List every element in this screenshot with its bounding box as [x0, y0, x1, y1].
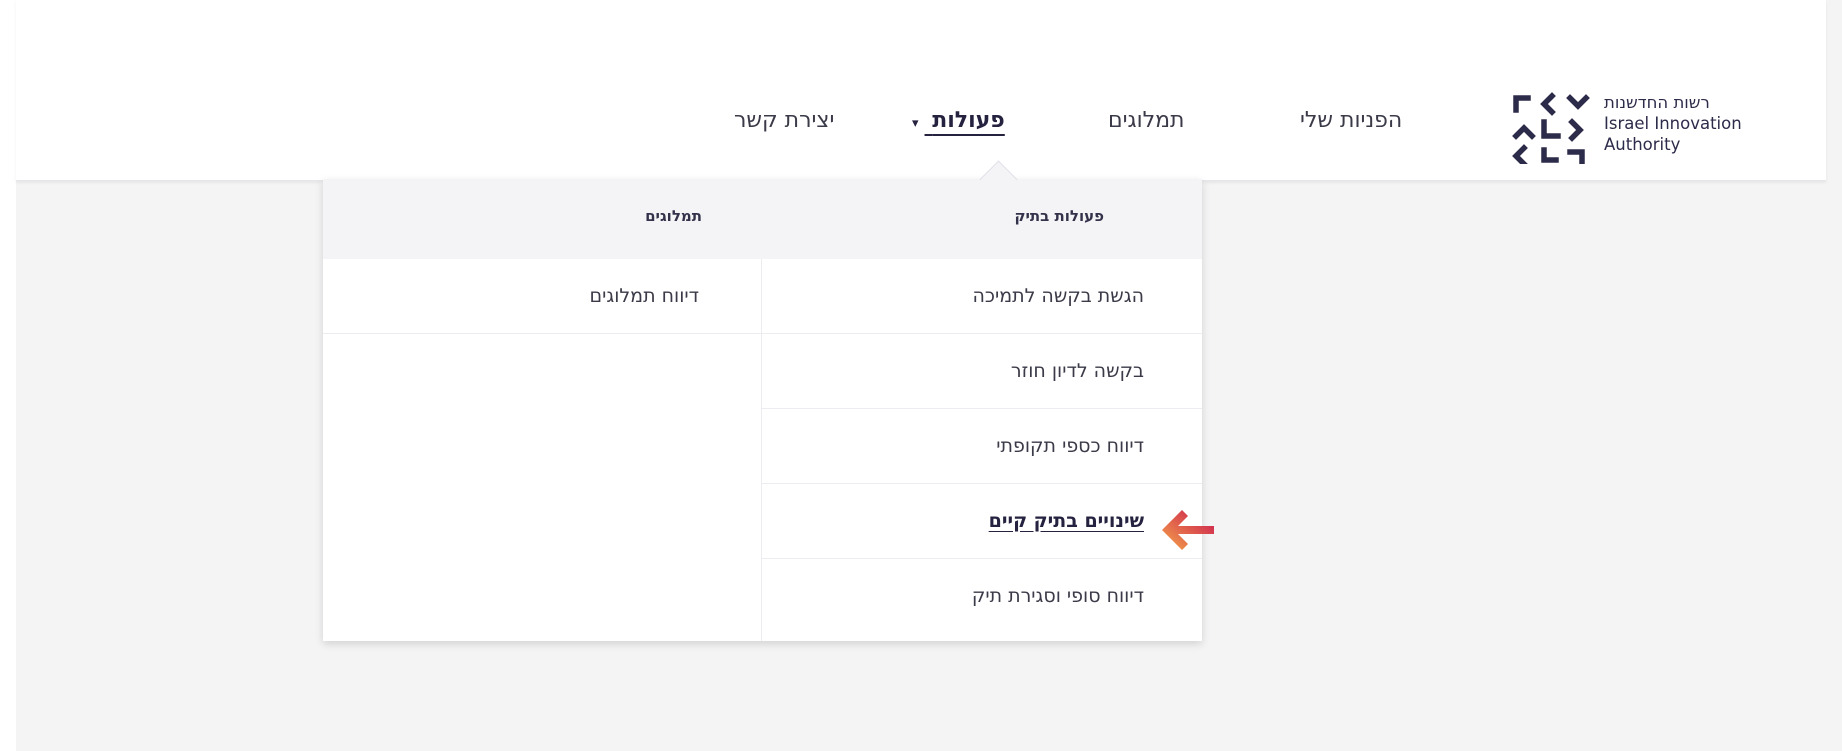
nav-actions-label: פעולות [932, 108, 1005, 133]
chevron-down-icon: ▾ [912, 116, 919, 131]
column-title-actions: פעולות בתיק [1014, 207, 1104, 225]
menu-item-reconsideration-request[interactable]: בקשה לדיון חוזר [762, 334, 1202, 409]
column-title-grants: תמלוגים [645, 207, 702, 225]
menu-item-label: דיווח כספי תקופתי [996, 435, 1144, 457]
menu-item-label: דיווח סופי וסגירת תיק [971, 585, 1144, 607]
menu-item-periodic-financial-report[interactable]: דיווח כספי תקופתי [762, 409, 1202, 484]
logo[interactable]: רשות החדשנות Israel Innovation Authority [1512, 92, 1812, 164]
nav-my-requests[interactable]: הפניות שלי [1300, 108, 1402, 133]
left-arrow-icon [1162, 510, 1214, 550]
logo-line2: Authority [1604, 135, 1681, 154]
nav-actions[interactable]: פעולות ▾ [912, 108, 1005, 133]
menu-item-label: דיווח תמלוגים [589, 285, 699, 307]
page-edge [0, 0, 16, 751]
actions-dropdown-menu: פעולות בתיק תמלוגים הגשת בקשה לתמיכה בקש… [323, 179, 1202, 641]
menu-item-label: הגשת בקשה לתמיכה [972, 285, 1144, 307]
menu-item-grants-report[interactable]: דיווח תמלוגים [323, 259, 761, 334]
nav-grants[interactable]: תמלוגים [1108, 108, 1184, 133]
menu-item-submit-support-request[interactable]: הגשת בקשה לתמיכה [762, 259, 1202, 334]
menu-item-label: שינויים בתיק קיים [988, 510, 1144, 532]
logo-line1: Israel Innovation [1604, 114, 1742, 133]
nav-contact[interactable]: יצירת קשר [734, 108, 834, 133]
logo-mark-icon [1512, 92, 1590, 164]
menu-item-final-report-close-file[interactable]: דיווח סופי וסגירת תיק [762, 559, 1202, 633]
logo-hebrew-text: רשות החדשנות [1604, 93, 1710, 112]
menu-item-changes-existing-file[interactable]: שינויים בתיק קיים [762, 484, 1202, 559]
menu-item-label: בקשה לדיון חוזר [1010, 360, 1144, 382]
